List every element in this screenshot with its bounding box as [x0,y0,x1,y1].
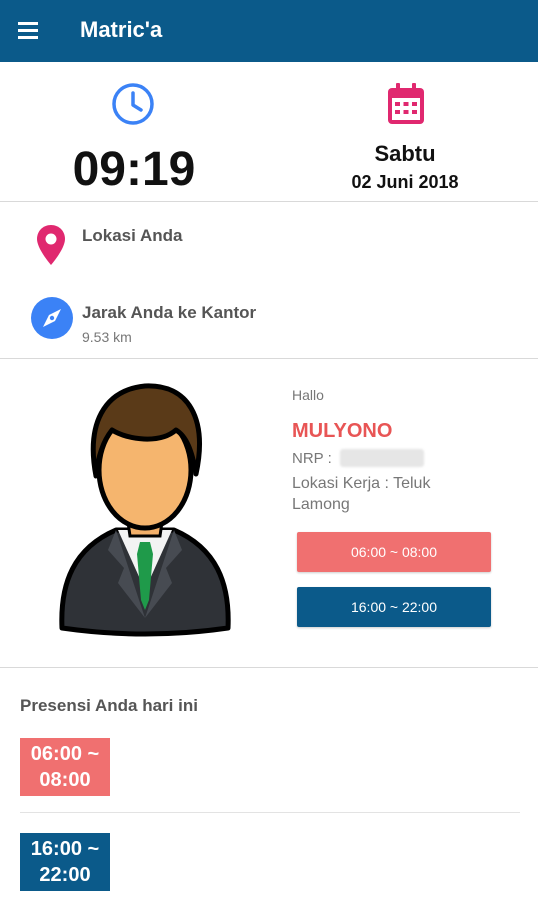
presensi-badge-line: 16:00 ~ [30,838,100,860]
app-bar: Matric'a [0,0,538,62]
day-name: Sabtu [374,141,436,166]
distance-value: 9.53 km [82,329,132,345]
compass-icon [31,297,73,339]
divider [0,201,538,202]
location-pin-icon [37,225,65,265]
app-title: Matric'a [80,17,163,42]
nrp-label: NRP : [292,450,332,467]
distance-label: Jarak Anda ke Kantor [82,303,257,322]
presensi-badge-morning: 06:00 ~ 08:00 [20,738,110,796]
shift-button-evening[interactable]: 16:00 ~ 22:00 [297,587,491,627]
shift-button-morning[interactable]: 06:00 ~ 08:00 [297,532,491,572]
presensi-title: Presensi Anda hari ini [20,696,198,715]
full-date: 02 Juni 2018 [351,172,459,192]
divider [20,812,520,813]
clock-icon [112,83,154,125]
avatar [59,383,231,637]
nrp-value-redacted [340,449,424,467]
presensi-badge-line: 08:00 [39,769,91,791]
location-label[interactable]: Lokasi Anda [82,226,182,246]
greeting: Hallo [292,387,324,403]
divider [0,667,538,668]
employee-name: MULYONO [292,420,393,442]
divider [0,358,538,359]
presensi-badge-evening: 16:00 ~ 22:00 [20,833,110,891]
work-location: Lokasi Kerja : Teluk Lamong [292,475,431,513]
hamburger-menu-icon[interactable] [14,18,42,44]
presensi-badge-line: 22:00 [39,864,91,886]
current-time: 09:19 [72,143,196,196]
calendar-icon [388,83,424,124]
presensi-badge-line: 06:00 ~ [30,743,100,765]
